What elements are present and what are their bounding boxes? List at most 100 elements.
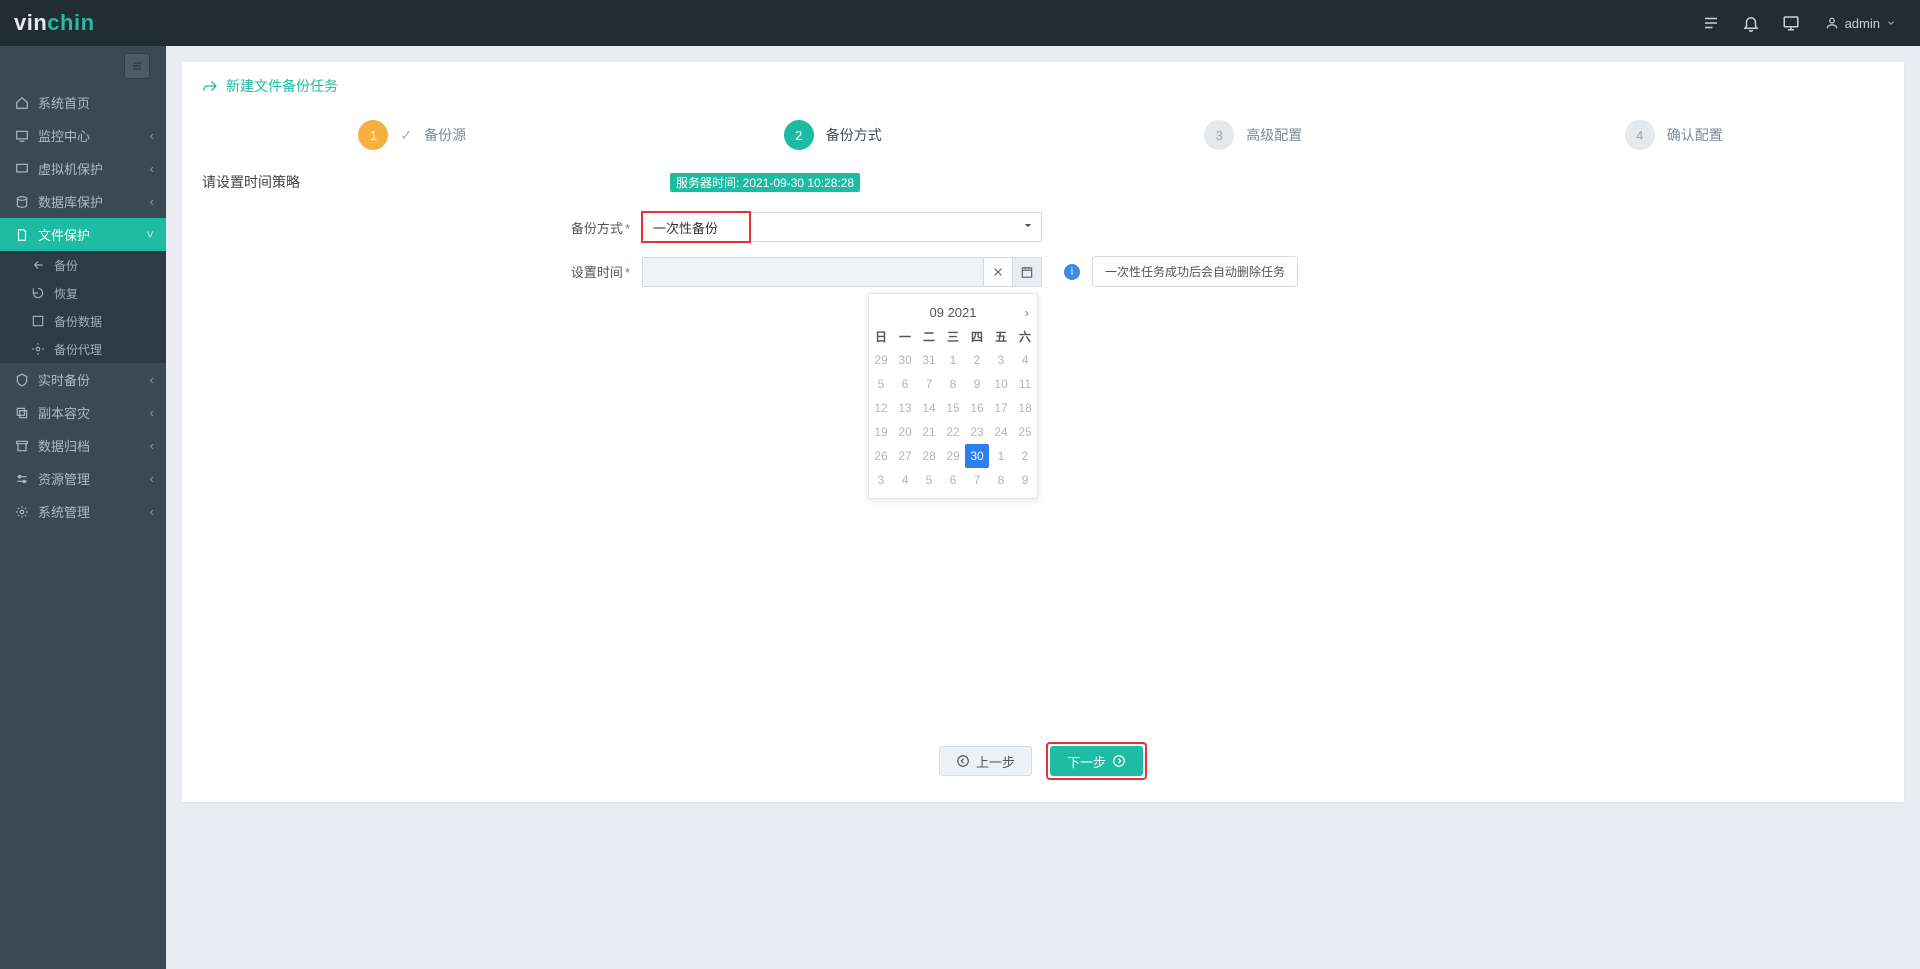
datepicker-day[interactable]: 4 bbox=[893, 468, 917, 492]
datepicker-day[interactable]: 30 bbox=[893, 348, 917, 372]
datepicker-dow: 日 一 二 三 四 五 六 bbox=[869, 326, 1037, 348]
datepicker-day[interactable]: 7 bbox=[965, 468, 989, 492]
datepicker-day[interactable]: 10 bbox=[989, 372, 1013, 396]
topbar: vinchin admin bbox=[0, 0, 1920, 46]
datepicker-day[interactable]: 20 bbox=[893, 420, 917, 444]
datepicker-day[interactable]: 1 bbox=[941, 348, 965, 372]
datepicker-day[interactable]: 28 bbox=[917, 444, 941, 468]
brand-logo: vinchin bbox=[0, 0, 166, 46]
highlight-annotation: 下一步 bbox=[1046, 742, 1147, 780]
copy-icon bbox=[12, 406, 32, 420]
sidebar-subitem-restore[interactable]: 恢复 bbox=[0, 279, 166, 307]
sidebar-item-monitor[interactable]: 监控中心 ‹ bbox=[0, 119, 166, 152]
sidebar-item-label: 数据归档 bbox=[38, 436, 150, 455]
datepicker-day[interactable]: 14 bbox=[917, 396, 941, 420]
tasks-icon[interactable] bbox=[1691, 0, 1731, 46]
sidebar-item-home[interactable]: 系统首页 bbox=[0, 86, 166, 119]
datepicker-day[interactable]: 25 bbox=[1013, 420, 1037, 444]
datepicker-day[interactable]: 9 bbox=[965, 372, 989, 396]
page-title: 新建文件备份任务 bbox=[226, 76, 338, 96]
datepicker-day[interactable]: 27 bbox=[893, 444, 917, 468]
datepicker[interactable]: 09 2021 › 日 一 二 三 四 五 六 2930311234567891… bbox=[868, 293, 1038, 499]
datepicker-day[interactable]: 29 bbox=[869, 348, 893, 372]
sidebar-item-label: 虚拟机保护 bbox=[38, 159, 150, 178]
clear-button[interactable] bbox=[984, 257, 1013, 287]
main-content: 新建文件备份任务 1 ✓ 备份源 2 备份方式 3 高级配置 4 bbox=[166, 46, 1920, 969]
datepicker-day[interactable]: 11 bbox=[1013, 372, 1037, 396]
sidebar-item-label: 数据库保护 bbox=[38, 192, 150, 211]
sidebar-item-archive[interactable]: 数据归档 ‹ bbox=[0, 429, 166, 462]
datepicker-day[interactable]: 6 bbox=[941, 468, 965, 492]
backup-mode-select[interactable]: 一次性备份 bbox=[642, 212, 1042, 242]
datepicker-day[interactable]: 7 bbox=[917, 372, 941, 396]
row-backup-mode: 备份方式* 一次性备份 bbox=[202, 212, 1884, 242]
datepicker-day[interactable]: 5 bbox=[869, 372, 893, 396]
datepicker-title: 09 2021 bbox=[930, 305, 977, 320]
notifications-icon[interactable] bbox=[1731, 0, 1771, 46]
time-input[interactable] bbox=[642, 257, 984, 287]
datepicker-day[interactable]: 30 bbox=[965, 444, 989, 468]
next-button[interactable]: 下一步 bbox=[1050, 746, 1143, 776]
sidebar-submenu-file-protection: 备份 恢复 备份数据 备份代理 bbox=[0, 251, 166, 363]
archive-icon bbox=[12, 439, 32, 453]
datepicker-day[interactable]: 2 bbox=[965, 348, 989, 372]
step-label: 备份源 bbox=[424, 125, 466, 145]
share-arrow-icon bbox=[202, 78, 218, 94]
datepicker-day[interactable]: 3 bbox=[989, 348, 1013, 372]
row-set-time: 设置时间* i 一次性任务成功后会自动删除任务 bbox=[202, 256, 1884, 287]
sidebar: 系统首页 监控中心 ‹ 虚拟机保护 ‹ 数据库保护 ‹ 文件保护 ˅ 备份 bbox=[0, 46, 166, 969]
datepicker-day[interactable]: 19 bbox=[869, 420, 893, 444]
datepicker-day[interactable]: 13 bbox=[893, 396, 917, 420]
datepicker-day[interactable]: 3 bbox=[869, 468, 893, 492]
sidebar-item-label: 副本容灾 bbox=[38, 403, 150, 422]
datepicker-day[interactable]: 1 bbox=[989, 444, 1013, 468]
user-menu[interactable]: admin bbox=[1811, 16, 1910, 31]
step-number: 3 bbox=[1204, 120, 1234, 150]
datepicker-day[interactable]: 6 bbox=[893, 372, 917, 396]
sidebar-item-replica-dr[interactable]: 副本容灾 ‹ bbox=[0, 396, 166, 429]
datepicker-day[interactable]: 9 bbox=[1013, 468, 1037, 492]
sidebar-subitem-backup[interactable]: 备份 bbox=[0, 251, 166, 279]
datepicker-day[interactable]: 8 bbox=[989, 468, 1013, 492]
datepicker-day[interactable]: 24 bbox=[989, 420, 1013, 444]
sidebar-subitem-backup-data[interactable]: 备份数据 bbox=[0, 307, 166, 335]
sidebar-item-file-protection[interactable]: 文件保护 ˅ bbox=[0, 218, 166, 251]
datepicker-day[interactable]: 15 bbox=[941, 396, 965, 420]
datepicker-day[interactable]: 23 bbox=[965, 420, 989, 444]
datepicker-day[interactable]: 26 bbox=[869, 444, 893, 468]
sidebar-item-system[interactable]: 系统管理 ‹ bbox=[0, 495, 166, 528]
wizard-step-2[interactable]: 2 备份方式 bbox=[623, 120, 1044, 150]
wizard-step-3[interactable]: 3 高级配置 bbox=[1043, 120, 1464, 150]
screen-icon[interactable] bbox=[1771, 0, 1811, 46]
sidebar-item-realtime-backup[interactable]: 实时备份 ‹ bbox=[0, 363, 166, 396]
data-icon bbox=[28, 314, 48, 328]
datepicker-day[interactable]: 16 bbox=[965, 396, 989, 420]
datepicker-day[interactable]: 18 bbox=[1013, 396, 1037, 420]
datepicker-day[interactable]: 12 bbox=[869, 396, 893, 420]
server-time-badge: 服务器时间: 2021-09-30 10:28:28 bbox=[670, 173, 860, 192]
sidebar-item-vm[interactable]: 虚拟机保护 ‹ bbox=[0, 152, 166, 185]
sidebar-toggle[interactable] bbox=[0, 46, 166, 86]
calendar-button[interactable] bbox=[1013, 257, 1042, 287]
prev-button[interactable]: 上一步 bbox=[939, 746, 1032, 776]
datepicker-day[interactable]: 4 bbox=[1013, 348, 1037, 372]
sidebar-item-resource[interactable]: 资源管理 ‹ bbox=[0, 462, 166, 495]
datepicker-day[interactable]: 29 bbox=[941, 444, 965, 468]
datepicker-day[interactable]: 5 bbox=[917, 468, 941, 492]
datepicker-next[interactable]: › bbox=[1025, 305, 1029, 320]
datepicker-day[interactable]: 22 bbox=[941, 420, 965, 444]
wizard-step-1[interactable]: 1 ✓ 备份源 bbox=[202, 120, 623, 150]
sidebar-item-label: 恢复 bbox=[54, 285, 154, 302]
datepicker-day[interactable]: 8 bbox=[941, 372, 965, 396]
wizard-step-4[interactable]: 4 确认配置 bbox=[1464, 120, 1885, 150]
shield-icon bbox=[12, 373, 32, 387]
datepicker-day[interactable]: 2 bbox=[1013, 444, 1037, 468]
sidebar-item-database[interactable]: 数据库保护 ‹ bbox=[0, 185, 166, 218]
datepicker-day[interactable]: 17 bbox=[989, 396, 1013, 420]
step-number: 1 bbox=[358, 120, 388, 150]
sidebar-subitem-backup-agent[interactable]: 备份代理 bbox=[0, 335, 166, 363]
sidebar-item-label: 备份数据 bbox=[54, 313, 154, 330]
datepicker-day[interactable]: 31 bbox=[917, 348, 941, 372]
step-number: 4 bbox=[1625, 120, 1655, 150]
datepicker-day[interactable]: 21 bbox=[917, 420, 941, 444]
